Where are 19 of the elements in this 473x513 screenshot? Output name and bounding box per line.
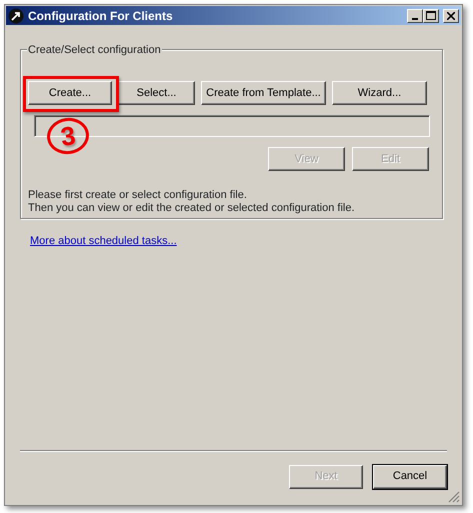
close-button[interactable] xyxy=(443,8,459,22)
toolbar-button[interactable]: Create from Template... xyxy=(201,81,326,105)
toolbar-button[interactable]: Select... xyxy=(118,81,195,105)
info-text: Then you can view or edit the created or selected configuration file. xyxy=(28,202,356,215)
maximize-icon xyxy=(426,11,436,20)
close-icon xyxy=(447,12,455,20)
app-icon xyxy=(8,8,24,24)
toolbar-button[interactable]: Create... xyxy=(28,81,112,105)
window-title: Configuration For Clients xyxy=(28,8,173,24)
minimize-button[interactable] xyxy=(407,8,423,22)
scheduled-tasks-link[interactable]: More about scheduled tasks... xyxy=(30,235,177,247)
minimize-icon xyxy=(412,18,418,20)
step-number: 3 xyxy=(44,115,92,157)
info-text: Please first create or select configuration file. xyxy=(28,189,248,202)
maximize-button[interactable] xyxy=(423,8,439,22)
group-label: Create/Select configuration xyxy=(27,42,162,58)
resize-grip-icon[interactable] xyxy=(448,491,460,503)
toolbar-button[interactable]: Wizard... xyxy=(332,81,427,105)
cancel-button[interactable]: Cancel xyxy=(373,464,447,488)
